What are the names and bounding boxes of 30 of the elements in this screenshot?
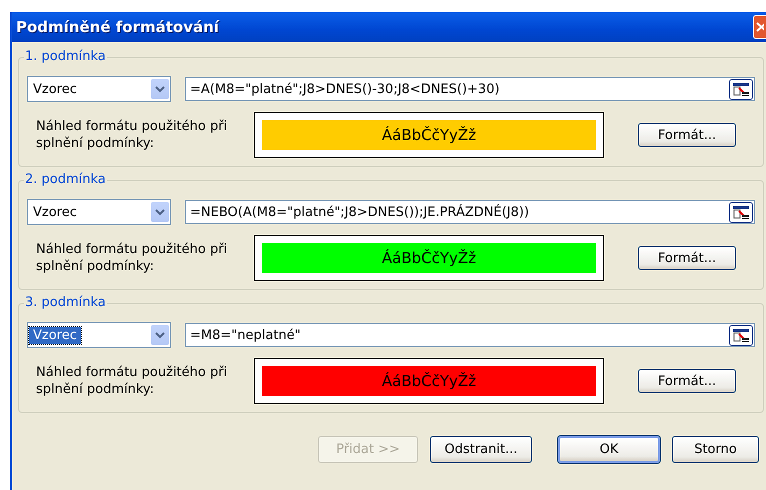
dialog-button[interactable]: OK <box>558 436 660 463</box>
group-label: 3. podmínka <box>24 295 107 310</box>
format-button[interactable]: Formát... <box>638 369 736 393</box>
preview-sample-text: ÁáBbČčYyŽž <box>382 249 476 267</box>
range-select-button[interactable] <box>729 202 753 222</box>
formula-field[interactable]: =M8="neplatné" <box>185 323 755 347</box>
preview-label: Náhled formátu použitého při splnění podmínky: <box>35 241 228 275</box>
preview-label: Náhled formátu použitého při splnění podmínky: <box>35 118 228 152</box>
window-title: Podmíněné formátování <box>15 18 219 36</box>
close-button[interactable] <box>753 15 766 39</box>
group-label: 2. podmínka <box>24 172 107 187</box>
formula-field[interactable]: =A(M8="platné";J8>DNES()-30;J8<DNES()+30) <box>185 77 755 101</box>
preview-sample-text: ÁáBbČčYyŽž <box>382 126 476 144</box>
dialog-button[interactable]: Storno <box>672 436 759 463</box>
collapse-dialog-icon <box>733 328 749 342</box>
range-select-button[interactable] <box>729 324 753 346</box>
range-select-button[interactable] <box>729 78 753 100</box>
close-icon <box>754 21 764 33</box>
format-button[interactable]: Formát... <box>638 246 736 270</box>
collapse-dialog-icon <box>733 206 749 218</box>
type-dropdown[interactable]: Vzorec <box>27 76 171 102</box>
collapse-dialog-icon <box>733 82 749 96</box>
group-label: 1. podmínka <box>24 49 107 64</box>
type-dropdown[interactable]: Vzorec <box>27 199 171 225</box>
dialog-button[interactable]: Odstranit... <box>430 436 532 463</box>
preview-sample-text: ÁáBbČčYyŽž <box>382 372 476 390</box>
preview-label: Náhled formátu použitého při splnění podmínky: <box>35 364 228 398</box>
format-button[interactable]: Formát... <box>638 123 736 147</box>
type-dropdown[interactable]: Vzorec <box>27 322 171 348</box>
formula-field[interactable]: =NEBO(A(M8="platné";J8>DNES());JE.PRÁZDNÉ(J8)) <box>185 200 755 224</box>
